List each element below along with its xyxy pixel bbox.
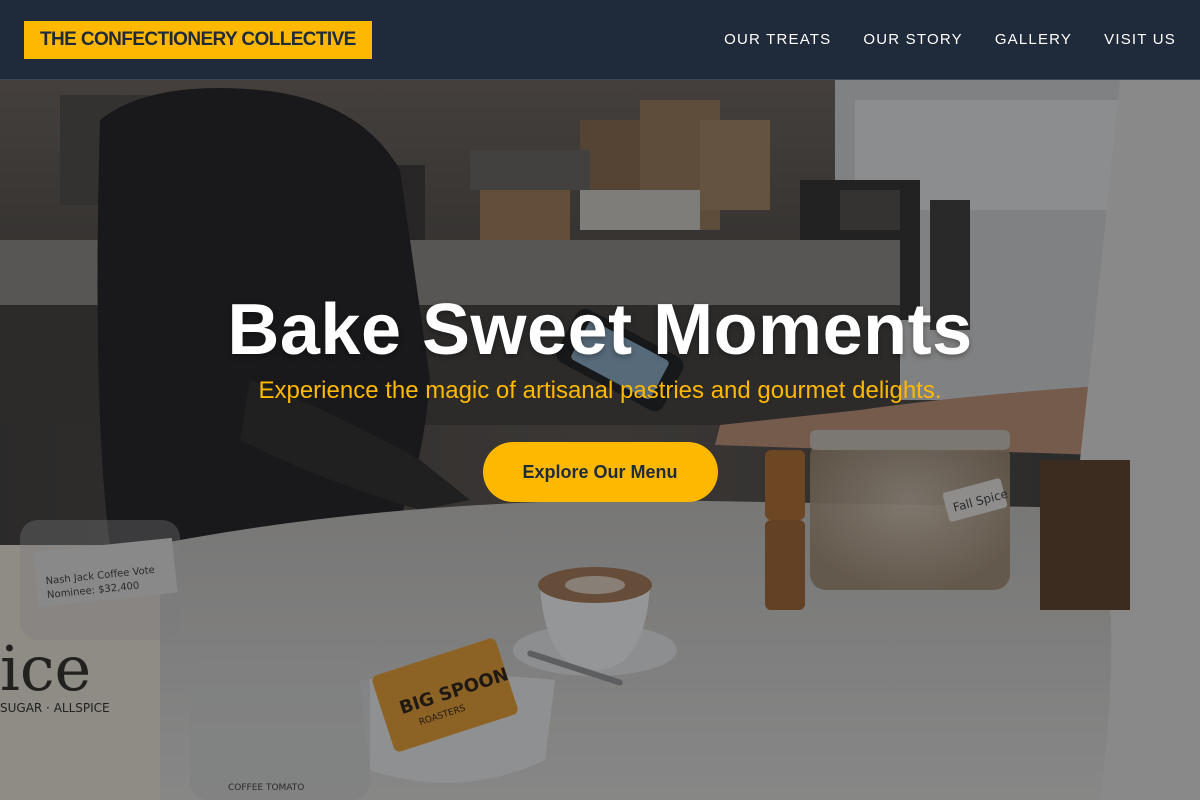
site-header: THE CONFECTIONERY COLLECTIVE OUR TREATS … bbox=[0, 0, 1200, 80]
nav-link-our-treats[interactable]: OUR TREATS bbox=[724, 31, 831, 48]
explore-menu-button[interactable]: Explore Our Menu bbox=[482, 442, 718, 502]
main-nav: OUR TREATS OUR STORY GALLERY VISIT US bbox=[724, 31, 1176, 48]
hero-section: Nash Jack Coffee Vote Nominee: $32,400 i… bbox=[0, 80, 1200, 800]
nav-link-gallery[interactable]: GALLERY bbox=[995, 31, 1072, 48]
nav-link-visit-us[interactable]: VISIT US bbox=[1104, 31, 1176, 48]
nav-link-our-story[interactable]: OUR STORY bbox=[863, 31, 962, 48]
hero-title: Bake Sweet Moments bbox=[227, 290, 973, 370]
brand-logo[interactable]: THE CONFECTIONERY COLLECTIVE bbox=[24, 20, 372, 59]
hero-subtitle: Experience the magic of artisanal pastri… bbox=[258, 377, 942, 404]
hero-content: Bake Sweet Moments Experience the magic … bbox=[0, 80, 1200, 800]
